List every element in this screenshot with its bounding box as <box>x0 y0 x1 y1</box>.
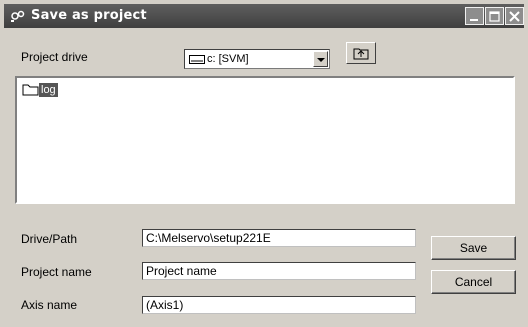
folder-name: log <box>39 83 58 97</box>
up-folder-icon <box>353 48 369 60</box>
minimize-icon <box>470 19 478 21</box>
chevron-down-icon <box>317 58 325 62</box>
window-title: Save as project <box>31 8 147 23</box>
project-name-label: Project name <box>21 265 92 279</box>
title-bar[interactable]: Save as project <box>4 4 524 28</box>
maximize-button[interactable] <box>485 7 504 25</box>
up-folder-button[interactable] <box>346 42 376 64</box>
project-name-field[interactable] <box>142 262 416 280</box>
project-drive-select[interactable]: c: [SVM] <box>184 49 330 69</box>
drive-icon <box>189 55 205 64</box>
drive-path-label: Drive/Path <box>21 232 78 246</box>
axis-name-field[interactable] <box>142 296 416 314</box>
cancel-button[interactable]: Cancel <box>431 270 516 294</box>
save-button[interactable]: Save <box>431 236 516 260</box>
app-icon <box>11 10 25 22</box>
save-as-project-dialog: Save as project Project drive c: [SVM] l… <box>0 0 528 327</box>
axis-name-input[interactable] <box>143 297 415 313</box>
close-button[interactable] <box>505 7 524 25</box>
project-name-input[interactable] <box>143 263 415 279</box>
drive-path-field[interactable] <box>142 229 416 247</box>
drive-select-value: c: [SVM] <box>207 53 249 65</box>
minimize-button[interactable] <box>465 7 484 25</box>
drive-dropdown-button[interactable] <box>313 51 328 67</box>
axis-name-label: Axis name <box>21 298 78 312</box>
folder-icon <box>22 84 39 96</box>
folder-list[interactable]: log <box>15 76 515 204</box>
close-icon <box>509 11 520 22</box>
maximize-icon <box>489 11 500 22</box>
project-drive-label: Project drive <box>21 50 88 64</box>
drive-path-input[interactable] <box>143 230 415 246</box>
